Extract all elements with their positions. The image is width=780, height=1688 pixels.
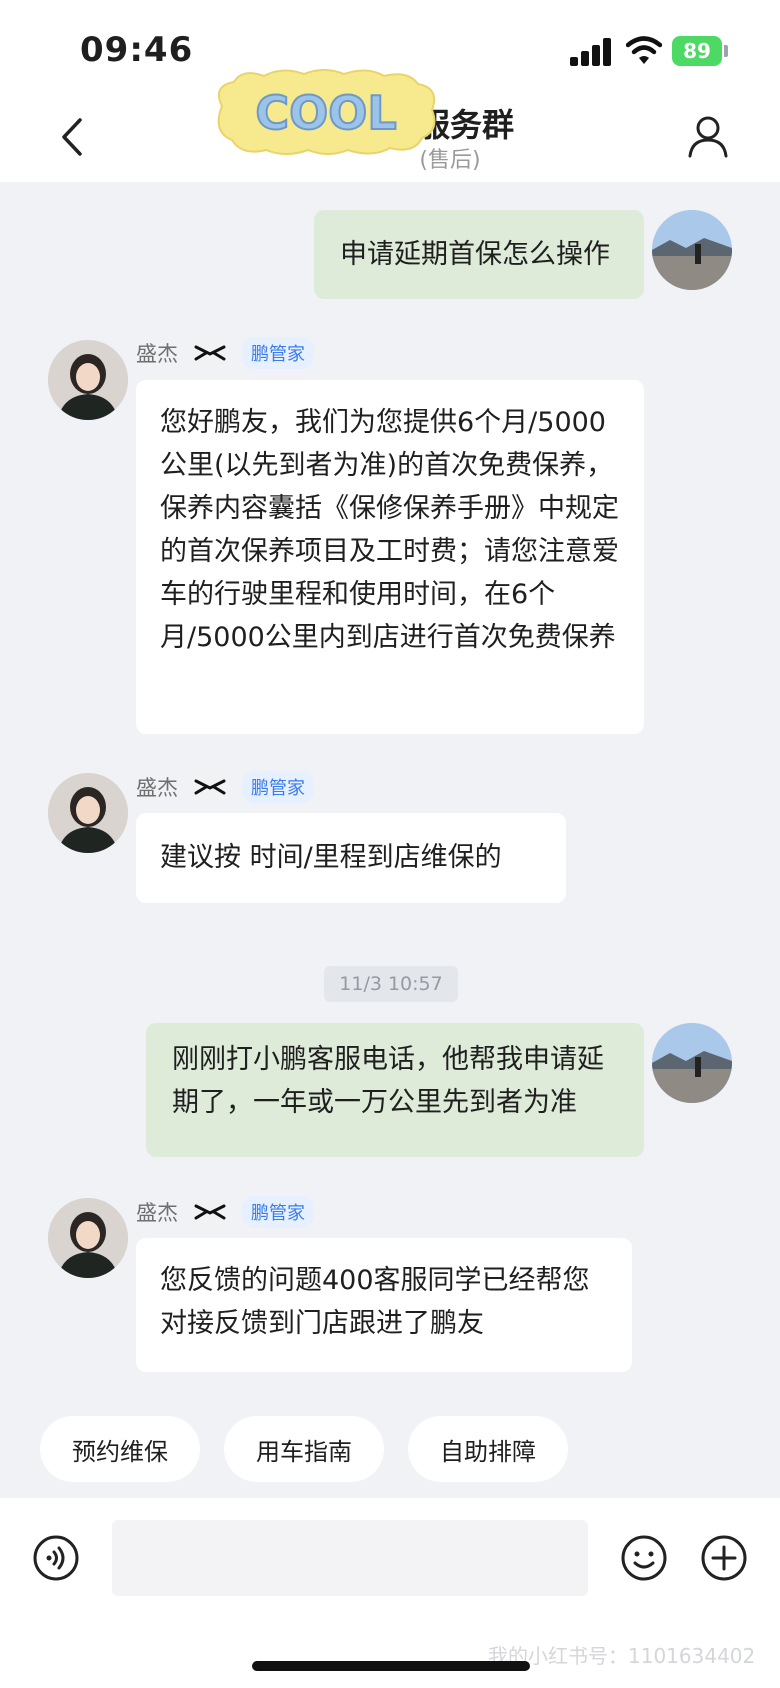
role-tag: 鹏管家	[242, 337, 314, 369]
user-avatar[interactable]	[652, 1023, 732, 1103]
message-input[interactable]	[112, 1520, 588, 1596]
agent-avatar[interactable]	[48, 773, 128, 853]
quick-action-vehicle-guide[interactable]: 用车指南	[224, 1416, 384, 1482]
battery-tip	[724, 45, 728, 57]
voice-input-icon[interactable]	[32, 1534, 80, 1582]
sender-row: 盛杰 鹏管家	[136, 770, 314, 804]
home-indicator	[252, 1661, 530, 1671]
add-more-icon[interactable]	[700, 1534, 748, 1582]
xpeng-logo-icon	[188, 773, 232, 801]
sender-name: 盛杰	[136, 342, 178, 366]
quick-action-self-troubleshoot[interactable]: 自助排障	[408, 1416, 568, 1482]
user-avatar[interactable]	[652, 210, 732, 290]
message-bubble-incoming[interactable]: 您反馈的问题400客服同学已经帮您对接反馈到门店跟进了鹏友	[136, 1238, 632, 1372]
back-arrow-icon[interactable]	[54, 112, 90, 162]
wifi-icon	[626, 36, 662, 64]
xpeng-logo-icon	[188, 339, 232, 367]
message-bubble-outgoing[interactable]: 刚刚打小鹏客服电话，他帮我申请延期了，一年或一万公里先到者为准	[146, 1023, 644, 1157]
quick-action-book-maintenance[interactable]: 预约维保	[40, 1416, 200, 1482]
sender-row: 盛杰 鹏管家	[136, 336, 314, 370]
message-bubble-incoming[interactable]: 您好鹏友，我们为您提供6个月/5000公里(以先到者为准)的首次免费保养，保养内…	[136, 380, 644, 734]
cellular-signal-icon	[570, 38, 612, 66]
message-bubble-outgoing[interactable]: 申请延期首保怎么操作	[314, 210, 644, 299]
role-tag: 鹏管家	[242, 1196, 314, 1228]
battery-level: 89	[672, 36, 722, 66]
agent-avatar[interactable]	[48, 340, 128, 420]
message-timestamp: 11/3 10:57	[324, 966, 458, 1002]
emoji-icon[interactable]	[620, 1534, 668, 1582]
role-tag: 鹏管家	[242, 771, 314, 803]
svg-text:COOL: COOL	[255, 86, 396, 140]
message-bubble-incoming[interactable]: 建议按 时间/里程到店维保的	[136, 813, 566, 903]
agent-avatar[interactable]	[48, 1198, 128, 1278]
sender-row: 盛杰 鹏管家	[136, 1195, 314, 1229]
sender-name: 盛杰	[136, 1201, 178, 1225]
xpeng-logo-icon	[188, 1198, 232, 1226]
status-time: 09:46	[80, 30, 194, 70]
cool-sticker: COOL	[217, 69, 436, 155]
sender-name: 盛杰	[136, 776, 178, 800]
group-members-icon[interactable]	[684, 112, 732, 160]
